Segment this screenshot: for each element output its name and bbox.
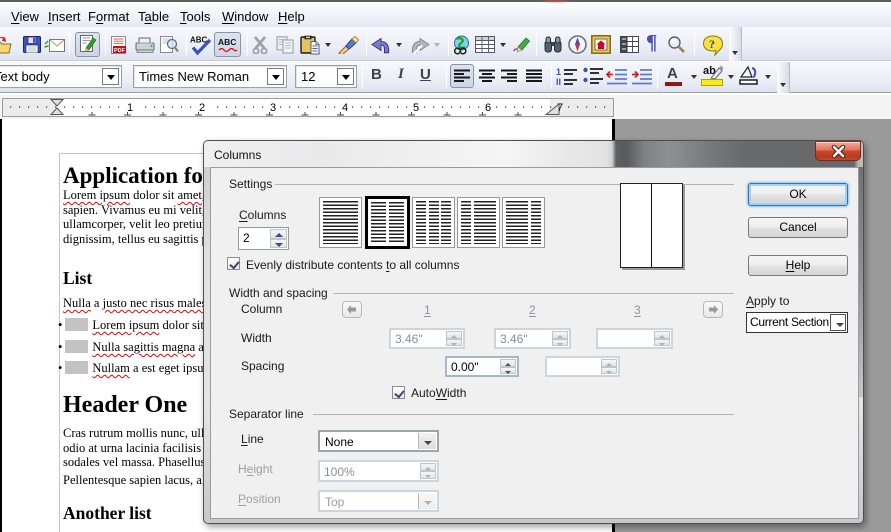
svg-text:3: 3: [270, 102, 276, 114]
svg-text:6: 6: [485, 102, 491, 114]
svg-text:PDF: PDF: [114, 48, 126, 54]
svg-text:ABC: ABC: [218, 37, 236, 47]
svg-text:2: 2: [199, 102, 205, 114]
svg-text:4: 4: [342, 102, 348, 114]
svg-text:?: ?: [709, 37, 715, 51]
svg-text:II: II: [556, 77, 561, 87]
svg-text:1: 1: [556, 67, 561, 77]
svg-text:5: 5: [413, 102, 419, 114]
